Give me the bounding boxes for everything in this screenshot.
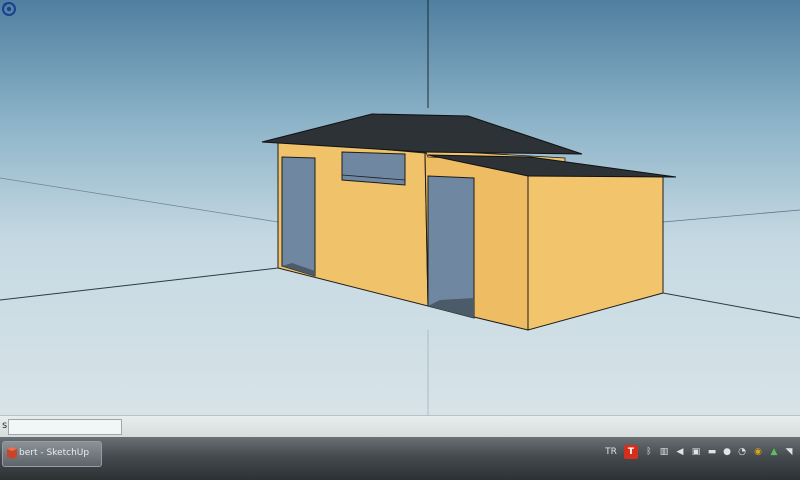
t-app-icon[interactable]: T	[624, 445, 638, 459]
taskbar-sketchup-button[interactable]: bert - SketchUp	[2, 441, 102, 467]
overflow-icon[interactable]: ◥	[784, 443, 794, 461]
network-icon[interactable]: ▥	[658, 443, 670, 461]
measurements-label: s	[2, 420, 8, 431]
security-icon[interactable]: ◔	[736, 443, 748, 461]
sync-icon[interactable]: ▲	[768, 443, 780, 461]
status-bar: s	[0, 415, 800, 438]
volume-icon[interactable]: ◀	[674, 443, 686, 461]
axis-line-green	[662, 292, 800, 319]
measurements-input[interactable]	[8, 419, 122, 435]
middle-door-opening[interactable]	[427, 175, 475, 319]
windows-taskbar: bert - SketchUp TR T ᛒ ▥ ◀ ▣ ▬ ● ◔ ◉ ▲ ◥	[0, 437, 800, 480]
window-opening[interactable]	[341, 151, 406, 186]
sketchup-drawing-viewport[interactable]	[0, 0, 800, 415]
monitor-icon[interactable]: ▣	[690, 443, 702, 461]
language-indicator[interactable]: TR	[604, 443, 618, 461]
axis-line-dotted	[0, 177, 279, 223]
axis-line-red	[0, 267, 279, 301]
notification-icon[interactable]: ●	[722, 443, 732, 461]
orbit-cursor-icon	[2, 2, 16, 16]
taskbar-sketchup-label: bert - SketchUp	[19, 448, 90, 458]
axis-line-right	[662, 209, 800, 223]
bluetooth-icon[interactable]: ᛒ	[644, 443, 654, 461]
sketchup-app-icon	[7, 447, 17, 459]
update-icon[interactable]: ◉	[752, 443, 764, 461]
left-door-opening[interactable]	[281, 156, 316, 277]
power-icon[interactable]: ▬	[706, 443, 718, 461]
right-wall-face[interactable]	[527, 169, 664, 331]
